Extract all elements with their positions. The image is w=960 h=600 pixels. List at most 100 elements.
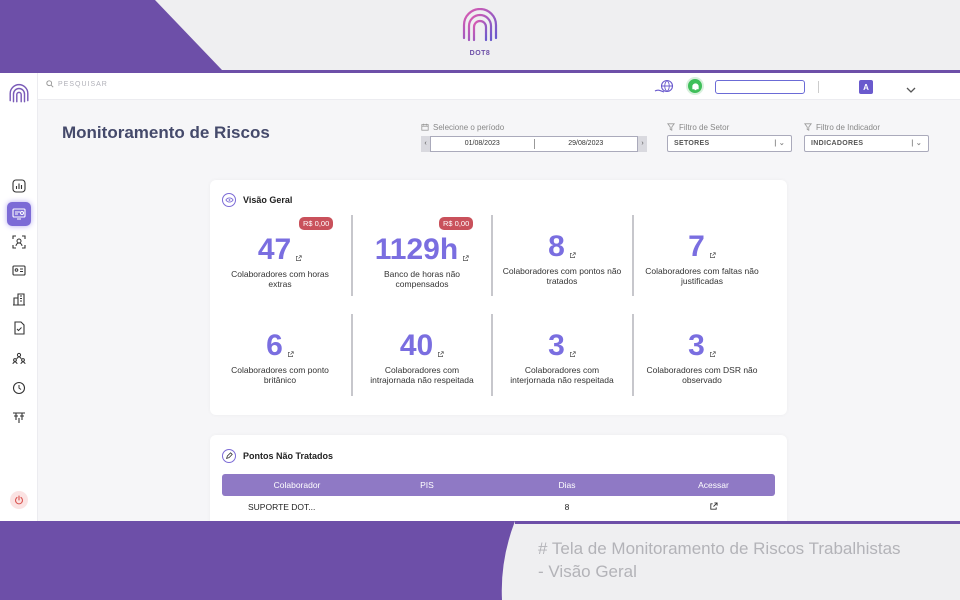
sidebar-item-team[interactable]	[7, 346, 31, 370]
building-icon	[13, 293, 25, 306]
metric-interjourney[interactable]: 3 Colaboradores com interjornada não res…	[492, 329, 632, 386]
column-header[interactable]: PIS	[372, 480, 482, 490]
date-range-input[interactable]: 01/08/2023 29/08/2023	[430, 135, 638, 152]
metric-value: 7	[688, 230, 705, 263]
globe-hand-icon	[654, 79, 674, 93]
metric-divider	[351, 215, 353, 296]
metric-untreated-points[interactable]: 8 Colaboradores com pontos não tratados	[492, 230, 632, 287]
caption-line-1: # Tela de Monitoramento de Riscos Trabal…	[538, 539, 901, 558]
metric-british-point[interactable]: 6 Colaboradores com ponto britânico	[210, 329, 350, 386]
company-selector-field[interactable]	[715, 80, 805, 94]
external-link-icon[interactable]	[437, 351, 444, 358]
untreated-points-card: Pontos Não Tratados Colaborador PIS Dias…	[210, 435, 787, 521]
filter-funnel-icon	[667, 123, 675, 131]
external-link-icon[interactable]	[569, 351, 576, 358]
metric-label: Colaboradores com intrajornada não respe…	[370, 365, 474, 385]
document-check-icon	[14, 321, 25, 335]
metric-overtime[interactable]: 47 Colaboradores com horas extras	[210, 233, 350, 290]
date-end[interactable]: 29/08/2023	[535, 140, 638, 147]
page-title: Monitoramento de Riscos	[62, 123, 270, 142]
team-icon	[12, 352, 26, 365]
table-header: Colaborador PIS Dias Acessar	[222, 474, 775, 496]
column-header[interactable]: Acessar	[652, 480, 775, 490]
clock-icon	[12, 381, 26, 395]
search-bar	[46, 80, 178, 88]
sector-select[interactable]: SETORES | ⌄	[667, 135, 792, 152]
indicator-select[interactable]: INDICADORES | ⌄	[804, 135, 929, 152]
metric-intrajourney[interactable]: 40 Colaboradores com intrajornada não re…	[352, 330, 492, 386]
indicator-select-value: INDICADORES	[811, 140, 864, 147]
external-link-icon[interactable]	[287, 351, 294, 358]
metric-label: Colaboradores com DSR não observado	[646, 365, 758, 385]
metric-unjustified-absences[interactable]: 7 Colaboradores com faltas não justifica…	[632, 230, 772, 287]
metric-divider	[632, 314, 634, 396]
face-scan-icon	[12, 235, 26, 249]
external-link-icon[interactable]	[709, 252, 716, 259]
globe-button[interactable]	[654, 79, 676, 100]
monitor-risks-icon	[12, 208, 26, 220]
brand-logo: DOT8	[455, 7, 505, 57]
period-filter-label: Selecione o período	[433, 122, 505, 132]
metric-value: 8	[548, 230, 565, 263]
date-start[interactable]: 01/08/2023	[431, 140, 534, 147]
sidebar-item-documents[interactable]	[7, 316, 31, 340]
sidebar-item-org[interactable]	[7, 405, 31, 429]
metric-hour-bank[interactable]: 1129h Banco de horas não compensados	[352, 234, 492, 289]
bell-icon	[691, 82, 699, 90]
untreated-title: Pontos Não Tratados	[243, 451, 334, 461]
metric-divider	[351, 314, 353, 396]
metric-label: Colaboradores com horas extras	[231, 269, 329, 289]
sidebar-logo[interactable]	[8, 83, 30, 110]
search-input[interactable]	[58, 80, 178, 88]
user-menu-toggle[interactable]	[906, 81, 916, 99]
metric-value: 47	[257, 233, 292, 266]
fingerprint-icon	[9, 83, 29, 103]
period-next-button[interactable]: ›	[638, 135, 647, 152]
notifications-button[interactable]	[686, 77, 704, 95]
column-header[interactable]: Dias	[482, 480, 652, 490]
fingerprint-logo-icon	[462, 7, 498, 42]
external-link-icon[interactable]	[709, 351, 716, 358]
metric-dsr[interactable]: 3 Colaboradores com DSR não observado	[632, 329, 772, 386]
metric-value: 3	[688, 329, 705, 362]
sidebar-item-face-scan[interactable]	[7, 230, 31, 254]
metric-label: Colaboradores com pontos não tratados	[502, 266, 622, 286]
external-link-icon[interactable]	[295, 255, 302, 262]
sidebar-item-risk-monitor[interactable]	[7, 202, 31, 226]
metric-divider	[632, 215, 634, 296]
sector-select-value: SETORES	[674, 140, 710, 147]
cell-colaborador: SUPORTE DOT...	[248, 502, 316, 512]
top-bar: A	[38, 73, 960, 100]
logout-button[interactable]	[10, 491, 28, 509]
metric-value: 6	[266, 329, 283, 362]
metric-value: 1129h	[374, 233, 459, 266]
sidebar-item-time[interactable]	[7, 376, 31, 400]
sidebar	[0, 73, 38, 521]
caption-line-2: - Visão Geral	[538, 562, 637, 581]
metric-label: Banco de horas não compensados	[383, 269, 461, 289]
sidebar-item-dashboard[interactable]	[7, 174, 31, 198]
table-row: SUPORTE DOT... 8	[222, 496, 775, 518]
user-avatar[interactable]: A	[859, 80, 873, 94]
filter-funnel-icon	[804, 123, 812, 131]
sidebar-item-id-card[interactable]	[7, 258, 31, 282]
pencil-icon	[222, 449, 236, 463]
power-icon	[14, 495, 24, 505]
overview-title: Visão Geral	[243, 195, 293, 205]
dashboard-chart-icon	[12, 179, 26, 193]
period-prev-button[interactable]: ‹	[421, 135, 430, 152]
external-link-icon[interactable]	[569, 252, 576, 259]
column-header[interactable]: Colaborador	[222, 480, 372, 490]
search-icon	[46, 80, 54, 88]
calendar-icon	[421, 123, 429, 131]
brand-name: DOT8	[469, 50, 491, 57]
eye-icon	[222, 193, 236, 207]
metric-value: 3	[548, 329, 565, 362]
external-link-icon[interactable]	[462, 255, 469, 262]
external-link-icon[interactable]	[709, 501, 718, 511]
app-window: A Monitoramento de Riscos Selecione o pe…	[0, 73, 960, 521]
metric-divider	[491, 314, 493, 396]
overtime-cost-badge: R$ 0,00	[299, 217, 334, 230]
id-card-icon	[12, 265, 26, 276]
sidebar-item-company[interactable]	[7, 287, 31, 311]
